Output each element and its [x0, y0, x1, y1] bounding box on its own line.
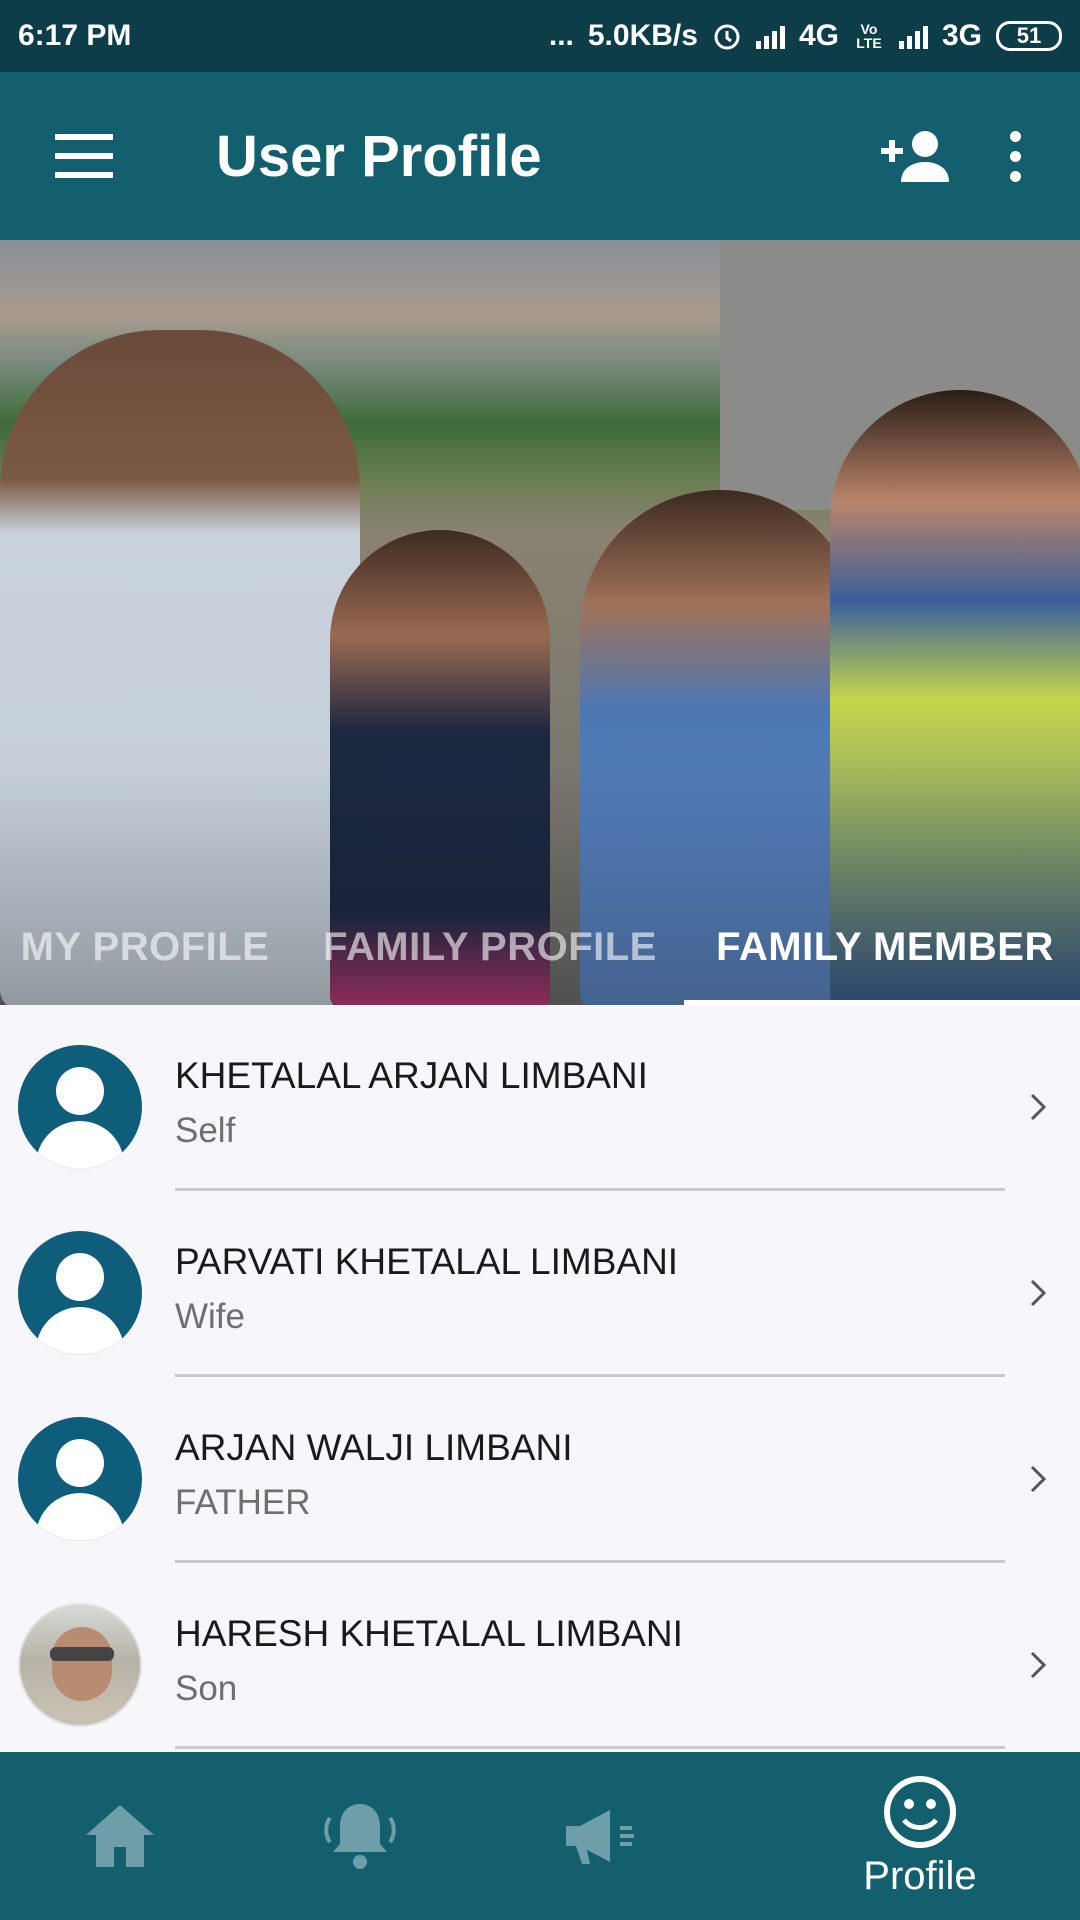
member-name: PARVATI KHETALAL LIMBANI: [175, 1241, 679, 1282]
list-item[interactable]: PARVATI KHETALAL LIMBANI Wife: [0, 1191, 1080, 1377]
chevron-right-icon: [1030, 1093, 1047, 1121]
tab-my-profile[interactable]: MY PROFILE: [0, 890, 290, 1005]
nav-announcements[interactable]: [480, 1752, 720, 1920]
more-notifications-icon: ...: [548, 19, 574, 52]
chevron-right-icon: [1030, 1651, 1047, 1679]
member-text: ARJAN WALJI LIMBANI FATHER: [175, 1427, 572, 1523]
app-bar: User Profile: [0, 72, 1080, 240]
member-text: HARESH KHETALAL LIMBANI Son: [175, 1613, 683, 1709]
smiley-icon: [884, 1775, 956, 1848]
chevron-right-icon: [1030, 1465, 1047, 1493]
alarm-icon: [714, 24, 740, 50]
network-type-2: 3G: [941, 19, 982, 52]
network-type-1: 4G: [798, 19, 839, 52]
status-bar: 6:17 PM ... 5.0KB/s 4G Vo LTE 3G 51: [0, 0, 1080, 72]
nav-profile-label: Profile: [863, 1853, 977, 1898]
battery-icon: 51: [996, 21, 1062, 51]
signal-2-icon: [898, 23, 928, 49]
member-relation: FATHER: [175, 1483, 311, 1522]
default-avatar-icon: [18, 1417, 142, 1541]
more-vertical-icon[interactable]: [970, 101, 1060, 211]
nav-notifications[interactable]: [240, 1752, 480, 1920]
nav-profile[interactable]: Profile: [760, 1752, 1080, 1920]
family-member-list: KHETALAL ARJAN LIMBANI Self PARVATI KHET…: [0, 1005, 1080, 1752]
hamburger-menu-icon[interactable]: [24, 96, 144, 216]
status-indicators: ... 5.0KB/s 4G Vo LTE 3G 51: [549, 19, 1062, 53]
photo-avatar: [18, 1603, 142, 1727]
home-icon: [86, 1805, 154, 1867]
member-name: ARJAN WALJI LIMBANI: [175, 1427, 573, 1468]
status-time: 6:17 PM: [18, 19, 132, 52]
member-name: KHETALAL ARJAN LIMBANI: [175, 1055, 648, 1096]
tab-family-profile[interactable]: FAMILY PROFILE: [290, 890, 690, 1005]
divider: [175, 1746, 1005, 1749]
signal-1-icon: [755, 23, 785, 49]
bell-icon: [324, 1804, 396, 1869]
list-item[interactable]: ARJAN WALJI LIMBANI FATHER: [0, 1377, 1080, 1563]
member-relation: Wife: [175, 1297, 245, 1336]
member-relation: Son: [175, 1669, 238, 1708]
default-avatar-icon: [18, 1045, 142, 1169]
list-item[interactable]: HARESH KHETALAL LIMBANI Son: [0, 1563, 1080, 1749]
tab-family-member[interactable]: FAMILY MEMBER: [690, 890, 1080, 1005]
network-speed: 5.0KB/s: [587, 19, 698, 52]
member-text: KHETALAL ARJAN LIMBANI Self: [175, 1055, 648, 1151]
member-text: PARVATI KHETALAL LIMBANI Wife: [175, 1241, 678, 1337]
member-relation: Self: [175, 1111, 236, 1150]
bottom-navigation: Profile: [0, 1752, 1080, 1920]
megaphone-icon: [566, 1810, 634, 1864]
volte-icon: Vo LTE: [856, 21, 882, 51]
list-item[interactable]: KHETALAL ARJAN LIMBANI Self: [0, 1005, 1080, 1191]
profile-tabs: MY PROFILE FAMILY PROFILE FAMILY MEMBER: [0, 890, 1080, 1005]
chevron-right-icon: [1030, 1279, 1047, 1307]
page-title: User Profile: [216, 123, 542, 189]
add-person-icon[interactable]: [860, 101, 970, 211]
member-name: HARESH KHETALAL LIMBANI: [175, 1613, 683, 1654]
nav-home[interactable]: [0, 1752, 240, 1920]
default-avatar-icon: [18, 1231, 142, 1355]
